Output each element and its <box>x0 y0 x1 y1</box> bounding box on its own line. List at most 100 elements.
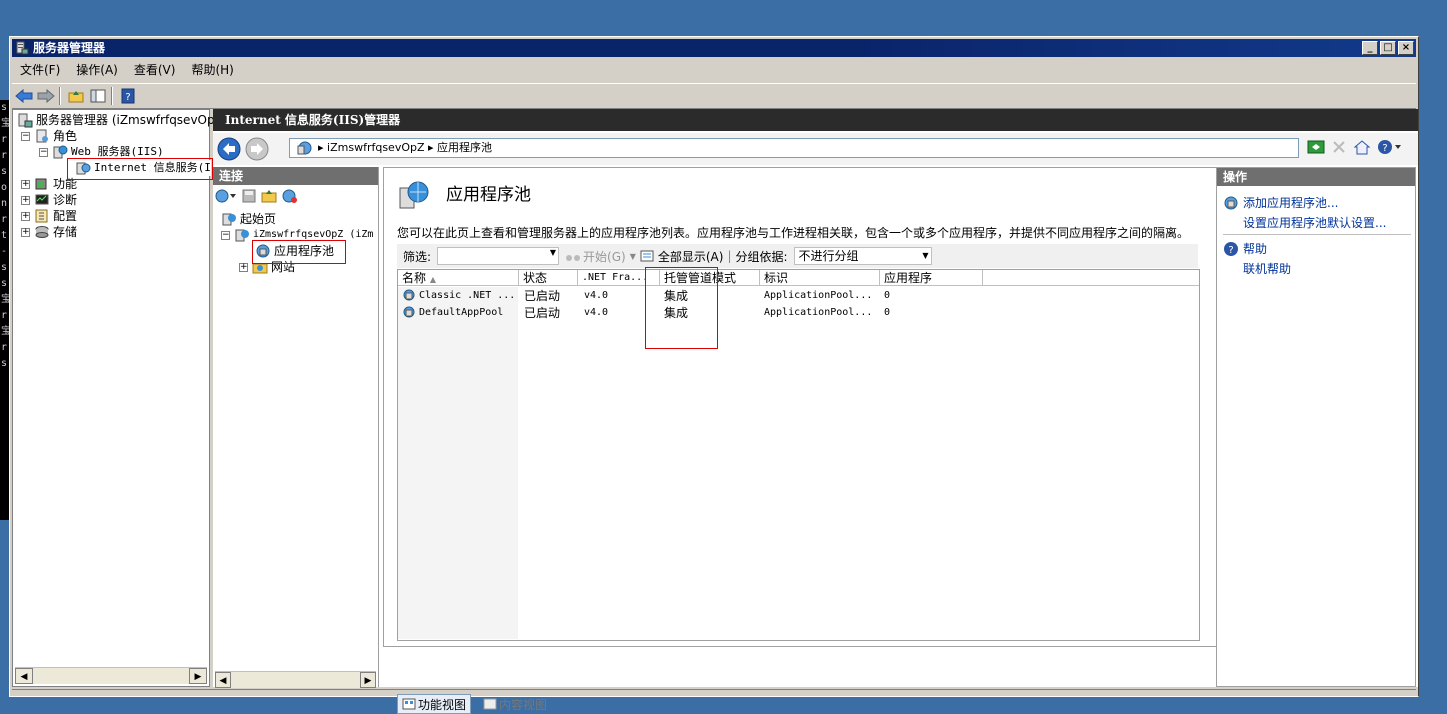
title-bar[interactable]: 服务器管理器 _ □ × <box>12 39 1416 57</box>
collapse-toggle[interactable]: − <box>21 131 30 141</box>
add-app-pool-link[interactable]: 添加应用程序池... <box>1243 194 1338 211</box>
action-set-defaults[interactable]: 设置应用程序池默认设置... <box>1243 214 1386 231</box>
tree-item-server-manager[interactable]: 服务器管理器 (iZmswfrfqsevOp <box>17 112 215 128</box>
home-icon[interactable] <box>1353 139 1371 155</box>
action-online-help[interactable]: 联机帮助 <box>1243 260 1291 277</box>
minimize-button[interactable]: _ <box>1362 41 1378 55</box>
tree-label: 网站 <box>271 260 296 274</box>
server-manager-icon <box>16 41 29 55</box>
filter-input[interactable]: ▼ <box>437 247 560 265</box>
expand-toggle[interactable]: + <box>21 211 30 221</box>
menu-file[interactable]: 文件(F) <box>12 61 68 78</box>
scroll-right-arrow-icon[interactable]: ▶ <box>360 672 376 688</box>
maximize-button[interactable]: □ <box>1380 41 1396 55</box>
show-hide-console-tree-button[interactable] <box>88 86 108 106</box>
tree-item-storage[interactable]: + 存储 <box>21 224 77 240</box>
up-level-icon[interactable] <box>261 188 277 204</box>
add-app-pool-icon <box>1224 196 1238 209</box>
collapse-toggle[interactable]: − <box>221 230 230 240</box>
column-header-applications[interactable]: 应用程序 <box>880 270 983 286</box>
tree-item-roles[interactable]: − 角色 <box>21 128 77 144</box>
tree-label: 配置 <box>53 209 78 223</box>
back-arrow-icon <box>15 89 33 103</box>
show-all-button[interactable]: 全部显示(A) <box>658 248 724 265</box>
svg-text:?: ? <box>1382 143 1387 154</box>
chevron-down-icon[interactable]: ▼ <box>922 248 928 264</box>
tree-item-diagnostics[interactable]: + 诊断 <box>21 192 77 208</box>
tree-item-start-page[interactable]: 起始页 <box>221 211 276 227</box>
help-link[interactable]: 帮助 <box>1243 240 1267 257</box>
up-folder-button[interactable] <box>66 86 86 106</box>
connect-globe-icon[interactable] <box>215 188 237 204</box>
horizontal-scrollbar[interactable]: ◀ ▶ <box>15 667 207 684</box>
address-bar[interactable]: ▸ iZmswfrfqsevOpZ ▸ 应用程序池 <box>289 138 1299 158</box>
help-dropdown-icon[interactable]: ? <box>1377 139 1403 155</box>
toolbar-separator <box>59 87 61 105</box>
cell-identity: ApplicationPool... <box>764 290 873 301</box>
horizontal-scrollbar[interactable]: ◀ ▶ <box>215 671 376 688</box>
column-header-identity[interactable]: 标识 <box>760 270 880 286</box>
menu-help[interactable]: 帮助(H) <box>183 61 241 78</box>
actions-divider <box>1223 234 1411 235</box>
column-header-pipeline-mode[interactable]: 托管管道模式 <box>660 270 760 286</box>
tree-label: Internet 信息服务(I <box>94 161 211 174</box>
group-by-select[interactable]: 不进行分组 ▼ <box>793 247 932 265</box>
expand-toggle[interactable]: + <box>21 179 30 189</box>
back-button[interactable] <box>14 86 34 106</box>
action-help[interactable]: ? 帮助 <box>1223 240 1267 257</box>
scroll-right-arrow-icon[interactable]: ▶ <box>189 668 207 684</box>
iis-globe-icon <box>297 141 312 155</box>
app-pool-icon <box>256 244 270 258</box>
tree-item-features[interactable]: + 功能 <box>21 176 77 192</box>
sites-folder-icon <box>252 263 268 274</box>
group-by-value: 不进行分组 <box>798 249 859 263</box>
tree-item-server-node[interactable]: − iZmswfrfqsevOpZ (iZm <box>221 227 373 243</box>
filter-label: 筛选: <box>403 249 432 264</box>
menu-action[interactable]: 操作(A) <box>68 61 126 78</box>
connections-toolbar <box>213 185 378 207</box>
scroll-left-arrow-icon[interactable]: ◀ <box>215 672 231 688</box>
breadcrumb-server[interactable]: iZmswfrfqsevOpZ <box>327 141 424 154</box>
breadcrumb-arrow-icon: ▸ <box>428 141 438 154</box>
stop-icon[interactable] <box>1331 139 1347 155</box>
expand-toggle[interactable]: + <box>239 262 248 272</box>
action-add-app-pool[interactable]: 添加应用程序池... <box>1223 194 1338 211</box>
chevron-down-icon[interactable]: ▼ <box>630 252 636 261</box>
server-manager-icon <box>18 113 33 128</box>
menu-view[interactable]: 查看(V) <box>126 61 184 78</box>
app-pool-row-icon <box>403 306 415 318</box>
back-circle-button[interactable] <box>217 137 241 161</box>
breadcrumb-page[interactable]: 应用程序池 <box>437 141 492 154</box>
close-button[interactable]: × <box>1398 41 1414 55</box>
features-view-icon <box>402 698 416 710</box>
cell-net-version: v4.0 <box>584 290 609 301</box>
save-icon[interactable] <box>241 188 257 204</box>
forward-button[interactable] <box>36 86 56 106</box>
start-filter-button[interactable]: 开始(G) <box>583 248 626 265</box>
tree-item-sites[interactable]: + 网站 <box>239 259 295 275</box>
page-description: 您可以在此页上查看和管理服务器上的应用程序池列表。应用程序池与工作进程相关联，包… <box>397 226 1190 240</box>
tree-item-iis[interactable]: Internet 信息服务(I <box>75 160 211 176</box>
cell-identity: ApplicationPool... <box>764 307 873 318</box>
column-header-status[interactable]: 状态 <box>519 270 578 286</box>
svg-text:?: ? <box>1228 245 1233 256</box>
help-button[interactable]: ? <box>118 86 138 106</box>
app-pools-grid: 名称 ▲ 状态 .NET Fra... 托管管道模式 标识 应用程序 Class… <box>397 267 1200 641</box>
forward-circle-button[interactable] <box>245 137 269 161</box>
tree-item-web-server[interactable]: − Web 服务器(IIS) <box>39 144 164 160</box>
tree-item-configuration[interactable]: + 配置 <box>21 208 77 224</box>
expand-toggle[interactable]: + <box>21 195 30 205</box>
toolbar-separator <box>111 87 113 105</box>
diagnostics-icon <box>35 194 49 205</box>
refresh-icon[interactable] <box>1307 139 1325 155</box>
expand-toggle[interactable]: + <box>21 227 30 237</box>
collapse-toggle[interactable]: − <box>39 147 48 157</box>
tree-item-app-pools[interactable]: 应用程序池 <box>255 243 335 259</box>
tree-label: 存储 <box>53 225 78 239</box>
cell-status: 已启动 <box>524 306 561 320</box>
column-header-net-framework[interactable]: .NET Fra... <box>578 270 660 286</box>
disconnect-icon[interactable] <box>281 188 299 204</box>
chevron-down-icon[interactable]: ▼ <box>550 248 556 257</box>
scroll-left-arrow-icon[interactable]: ◀ <box>15 668 33 684</box>
column-header-name[interactable]: 名称 ▲ <box>398 270 519 286</box>
